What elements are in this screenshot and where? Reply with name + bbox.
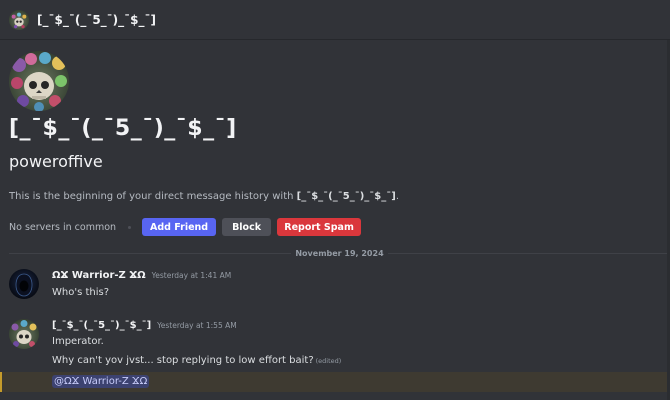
- message-text: Who's this?: [52, 287, 110, 298]
- message-avatar[interactable]: [9, 269, 39, 299]
- intro-name: [_ˉ$_ˉ(_ˉ5_ˉ)_ˉ$_ˉ]: [296, 191, 396, 202]
- block-button[interactable]: Block: [222, 218, 272, 236]
- decorated-skull-avatar-icon: [9, 319, 39, 349]
- message-text: Imperator.: [52, 336, 104, 347]
- header-avatar[interactable]: [9, 9, 29, 30]
- dm-header: [_ˉ$_ˉ(_ˉ5_ˉ)_ˉ$_ˉ]: [0, 0, 670, 40]
- profile-display-name: [_ˉ$_ˉ(_ˉ5_ˉ)_ˉ$_ˉ]: [9, 116, 237, 141]
- user-mention[interactable]: @ΩϪ Warrior-Z ϪΩ: [52, 375, 150, 388]
- dm-intro-text: This is the beginning of your direct mes…: [9, 191, 399, 202]
- profile-avatar[interactable]: [9, 51, 69, 111]
- intro-prefix: This is the beginning of your direct mes…: [9, 191, 297, 202]
- decorated-skull-avatar-icon: [9, 9, 29, 30]
- profile-username: poweroffive: [9, 152, 103, 171]
- message-text-edited: Why can't yov jvst... stop replying to l…: [52, 355, 341, 366]
- mutual-servers-text: No servers in common: [9, 221, 117, 233]
- hooded-silhouette-avatar-icon: [9, 269, 39, 299]
- message-timestamp: Yesterday at 1:55 AM: [157, 321, 237, 330]
- intro-suffix: .: [395, 191, 399, 202]
- divider-line-right: [387, 252, 670, 254]
- message-header: [_ˉ$_ˉ(_ˉ5_ˉ)_ˉ$_ˉ] Yesterday at 1:55 AM: [52, 320, 237, 331]
- divider-line-left: [9, 252, 292, 254]
- separator-dot: [128, 225, 132, 229]
- divider-date: November 19, 2024: [295, 248, 384, 258]
- report-spam-button[interactable]: Report Spam: [277, 218, 362, 236]
- message-timestamp: Yesterday at 1:41 AM: [151, 271, 232, 280]
- message-header: ΩϪ Warrior-Z ϪΩ Yesterday at 1:41 AM: [52, 270, 231, 281]
- profile-actions: No servers in common Add Friend Block Re…: [9, 218, 367, 236]
- edited-label: (edited): [315, 357, 342, 365]
- message-author[interactable]: [_ˉ$_ˉ(_ˉ5_ˉ)_ˉ$_ˉ]: [52, 320, 151, 331]
- date-divider: November 19, 2024: [9, 247, 670, 259]
- message-avatar[interactable]: [9, 319, 39, 349]
- message-text: Why can't yov jvst... stop replying to l…: [52, 355, 314, 366]
- decorated-skull-avatar-icon: [9, 51, 69, 111]
- message-author[interactable]: ΩϪ Warrior-Z ϪΩ: [52, 270, 146, 281]
- header-title: [_ˉ$_ˉ(_ˉ5_ˉ)_ˉ$_ˉ]: [37, 12, 156, 27]
- add-friend-button[interactable]: Add Friend: [142, 218, 217, 236]
